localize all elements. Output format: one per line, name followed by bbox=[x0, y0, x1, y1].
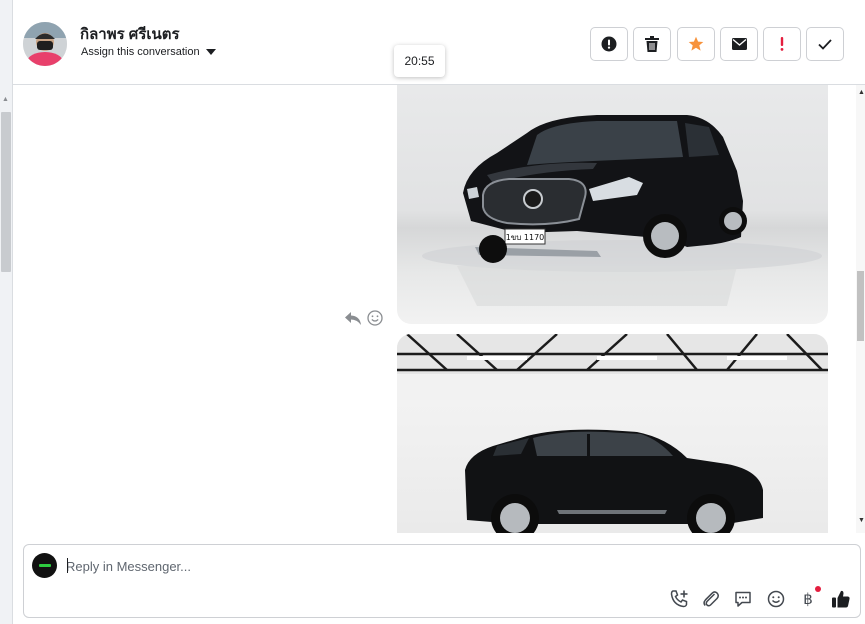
attach-button[interactable] bbox=[699, 587, 723, 611]
right-scrollbar[interactable]: ▲ ▼ bbox=[856, 85, 865, 533]
left-scrollbar[interactable]: ▲ bbox=[0, 0, 13, 624]
message-image[interactable] bbox=[397, 334, 828, 533]
check-icon bbox=[818, 38, 832, 50]
baht-icon: ฿ bbox=[803, 590, 813, 608]
mark-unread-button[interactable] bbox=[720, 27, 758, 61]
exclamation-icon bbox=[780, 37, 784, 51]
exclamation-circle-icon bbox=[601, 36, 617, 52]
reply-composer: ฿ bbox=[23, 544, 861, 618]
reply-icon[interactable] bbox=[345, 311, 361, 325]
assign-label: Assign this conversation bbox=[81, 46, 200, 58]
scroll-thumb[interactable] bbox=[857, 271, 864, 341]
saved-replies-button[interactable] bbox=[731, 587, 755, 611]
emoji-icon bbox=[767, 590, 785, 608]
assign-conversation-dropdown[interactable]: Assign this conversation bbox=[81, 46, 216, 58]
envelope-icon bbox=[731, 38, 747, 50]
reply-input[interactable] bbox=[66, 555, 766, 577]
license-plate-text: 1ขบ 1170 bbox=[506, 233, 545, 242]
time-tooltip: 20:55 bbox=[394, 45, 445, 77]
chat-bubble-icon bbox=[735, 591, 751, 607]
caret-down-icon bbox=[205, 49, 216, 55]
contact-avatar[interactable] bbox=[23, 22, 67, 66]
thumbs-up-icon bbox=[832, 590, 850, 608]
mark-done-button[interactable] bbox=[806, 27, 844, 61]
like-button[interactable] bbox=[829, 587, 853, 611]
message-actions bbox=[345, 310, 383, 326]
emoji-react-icon[interactable] bbox=[367, 310, 383, 326]
message-thread[interactable]: 1ขบ 1170 bbox=[13, 85, 856, 533]
page-avatar bbox=[32, 553, 57, 578]
scroll-thumb[interactable] bbox=[1, 112, 11, 272]
contact-name: กิลาพร ศรีเนตร bbox=[80, 26, 180, 43]
paperclip-icon bbox=[703, 591, 719, 607]
delete-button[interactable] bbox=[633, 27, 671, 61]
follow-up-button[interactable] bbox=[763, 27, 801, 61]
trash-icon bbox=[645, 36, 659, 52]
scroll-up-arrow-icon[interactable]: ▲ bbox=[2, 96, 9, 103]
message-image[interactable]: 1ขบ 1170 bbox=[397, 85, 828, 324]
emoji-button[interactable] bbox=[764, 587, 788, 611]
scroll-up-arrow-icon[interactable]: ▲ bbox=[858, 89, 865, 96]
phone-add-icon bbox=[670, 590, 688, 608]
text-cursor bbox=[67, 558, 68, 573]
mark-spam-button[interactable] bbox=[590, 27, 628, 61]
star-icon bbox=[688, 36, 704, 51]
call-button[interactable] bbox=[667, 587, 691, 611]
star-button[interactable] bbox=[677, 27, 715, 61]
scroll-down-arrow-icon[interactable]: ▼ bbox=[858, 517, 865, 524]
notification-dot bbox=[815, 586, 821, 592]
